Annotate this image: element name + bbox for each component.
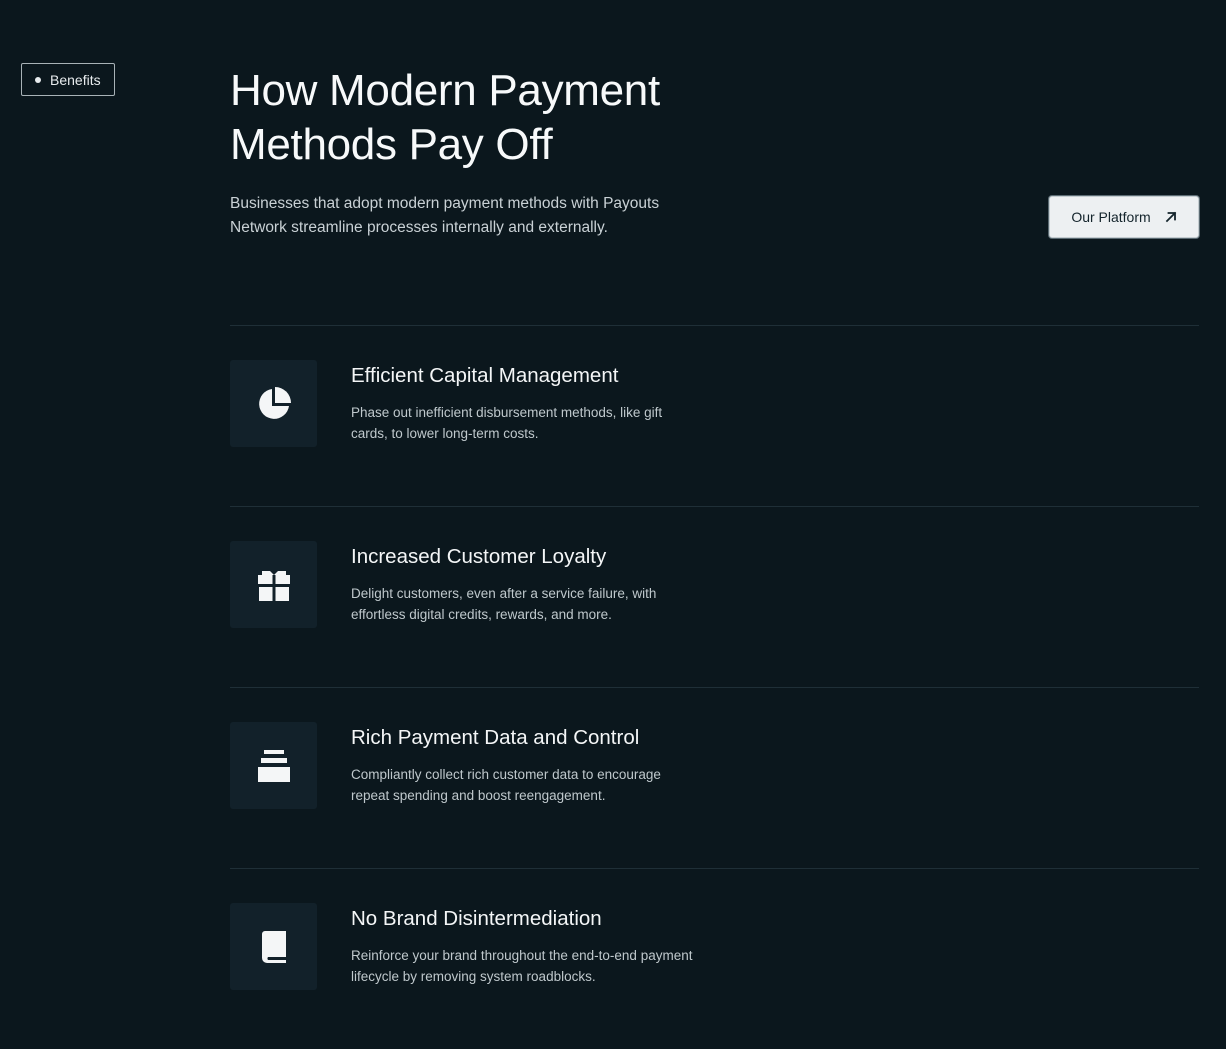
section-description: Businesses that adopt modern payment met… (230, 195, 660, 236)
feature-icon-tile (230, 722, 317, 809)
feature-title: No Brand Disintermediation (351, 907, 602, 930)
archive-icon (257, 748, 291, 784)
book-icon (259, 929, 289, 965)
feature-description: Phase out inefficient disbursement metho… (351, 405, 663, 441)
feature-icon-tile (230, 541, 317, 628)
feature-icon-tile (230, 903, 317, 990)
feature-item: Efficient Capital Management Phase out i… (230, 325, 1199, 506)
feature-item: Increased Customer Loyalty Delight custo… (230, 506, 1199, 687)
feature-title: Efficient Capital Management (351, 364, 619, 387)
feature-title: Rich Payment Data and Control (351, 726, 640, 749)
feature-item: No Brand Disintermediation Reinforce you… (230, 868, 1199, 1049)
gift-icon (256, 567, 292, 603)
feature-description: Reinforce your brand throughout the end-… (351, 948, 693, 984)
feature-title: Increased Customer Loyalty (351, 545, 607, 568)
feature-description: Compliantly collect rich customer data t… (351, 767, 661, 803)
feature-icon-tile (230, 360, 317, 447)
feature-item: Rich Payment Data and Control Compliantl… (230, 687, 1199, 868)
section-badge: Benefits (21, 63, 115, 96)
badge-dot-icon (35, 76, 41, 83)
badge-label: Benefits (50, 71, 101, 88)
feature-description: Delight customers, even after a service … (351, 586, 657, 622)
features-list: Efficient Capital Management Phase out i… (230, 325, 1199, 1049)
our-platform-label: Our Platform (1071, 209, 1151, 225)
arrow-up-right-icon (1165, 211, 1177, 223)
section-heading: How Modern Payment Methods Pay Off (230, 66, 660, 169)
our-platform-button[interactable]: Our Platform (1049, 196, 1199, 238)
pie-chart-icon (256, 386, 292, 422)
